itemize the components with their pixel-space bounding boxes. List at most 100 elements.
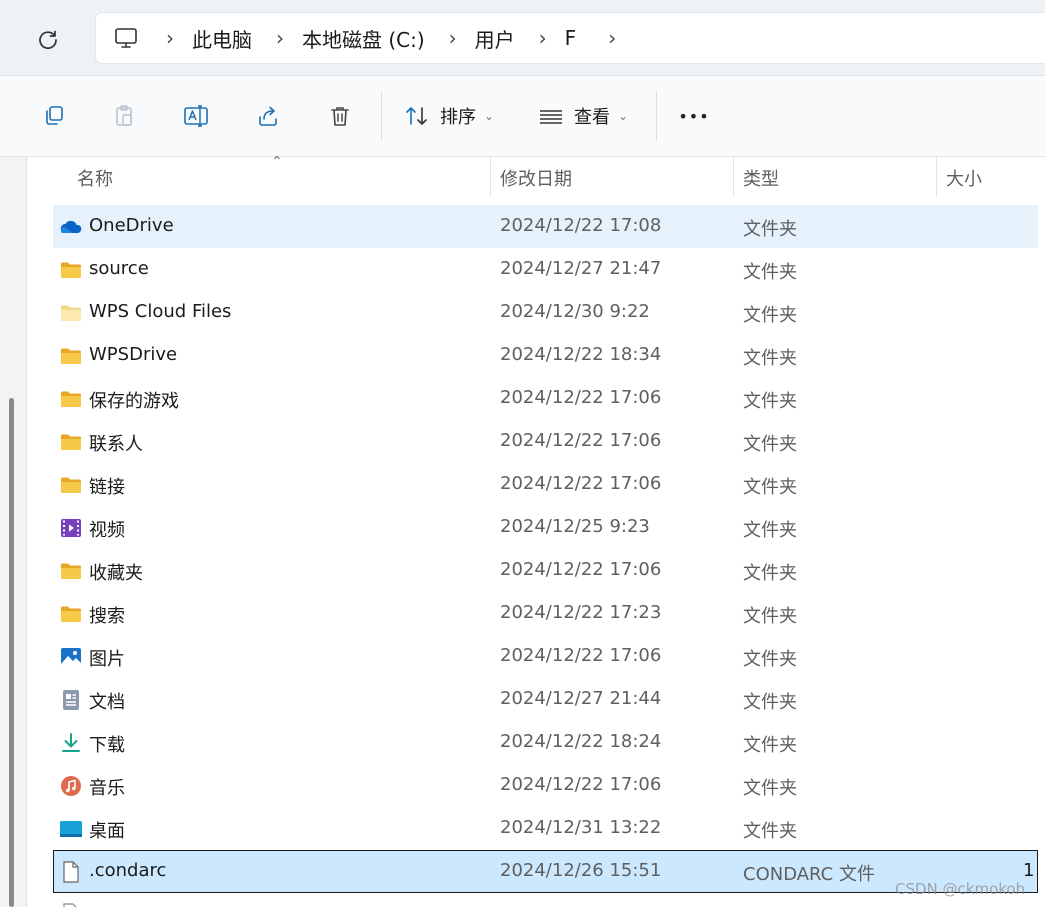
file-list: OneDrive 2024/12/22 17:08 文件夹 source 202…: [53, 205, 1038, 893]
music-icon: [61, 776, 81, 796]
computer-icon: [115, 28, 137, 48]
table-row[interactable]: 视频 2024/12/25 9:23 文件夹: [53, 506, 1038, 549]
file-date: 2024/12/22 18:24: [500, 731, 662, 752]
breadcrumb-item-user-f[interactable]: F: [565, 13, 577, 63]
file-name: source: [89, 258, 149, 279]
file-date: 2024/12/22 17:06: [500, 645, 662, 666]
command-toolbar: 排序 ⌄ 查看 ⌄ •••: [0, 76, 1045, 157]
file-name: WPSDrive: [89, 344, 178, 365]
file-type: 文件夹: [743, 735, 797, 756]
sort-ascending-icon: ⌃: [271, 154, 283, 170]
table-row[interactable]: 保存的游戏 2024/12/22 17:06 文件夹: [53, 377, 1038, 420]
file-name: 视频: [89, 520, 125, 541]
table-row[interactable]: 桌面 2024/12/31 13:22 文件夹: [53, 807, 1038, 850]
share-icon: [259, 106, 277, 126]
breadcrumb-item-local-disk[interactable]: 本地磁盘 (C:): [302, 13, 425, 63]
more-options-button[interactable]: •••: [676, 96, 712, 136]
column-header-size[interactable]: 大小: [946, 157, 982, 199]
table-row[interactable]: source 2024/12/27 21:47 文件夹: [53, 248, 1038, 291]
column-divider[interactable]: [490, 157, 491, 197]
file-type: 文件夹: [743, 262, 797, 283]
file-date: 2024/12/22 17:23: [500, 602, 662, 623]
table-row-selected[interactable]: .condarc 2024/12/26 15:51 CONDARC 文件 1: [53, 850, 1038, 893]
file-type: 文件夹: [743, 219, 797, 240]
onedrive-icon: [60, 220, 82, 233]
chevron-right-icon[interactable]: ›: [266, 26, 294, 50]
address-box[interactable]: › 此电脑 › 本地磁盘 (C:) › 用户 › F ›: [96, 13, 1045, 63]
table-row[interactable]: 链接 2024/12/22 17:06 文件夹: [53, 463, 1038, 506]
copy-button[interactable]: [36, 96, 72, 136]
column-header-label: 类型: [743, 169, 779, 190]
folder-icon: [61, 262, 81, 278]
breadcrumb-label: 本地磁盘 (C:): [302, 27, 425, 52]
chevron-right-icon[interactable]: ›: [529, 26, 557, 50]
table-row[interactable]: 文档 2024/12/27 21:44 文件夹: [53, 678, 1038, 721]
column-header-label: 名称: [77, 169, 113, 190]
table-row[interactable]: 搜索 2024/12/22 17:23 文件夹: [53, 592, 1038, 635]
address-bar-area: › 此电脑 › 本地磁盘 (C:) › 用户 › F ›: [0, 0, 1045, 76]
file-type: 文件夹: [743, 821, 797, 842]
refresh-button[interactable]: [30, 22, 66, 58]
file-name: .condarc: [89, 860, 167, 881]
pictures-icon: [61, 648, 81, 666]
share-button[interactable]: [250, 96, 286, 136]
table-row[interactable]: 图片 2024/12/22 17:06 文件夹: [53, 635, 1038, 678]
column-header-date[interactable]: 修改日期: [500, 157, 572, 199]
column-header-label: 大小: [946, 169, 982, 190]
table-row[interactable]: WPS Cloud Files 2024/12/30 9:22 文件夹: [53, 291, 1038, 334]
file-date: 2024/12/25 9:23: [500, 516, 650, 537]
breadcrumb-item-this-pc[interactable]: 此电脑: [192, 13, 252, 63]
column-divider[interactable]: [936, 157, 937, 197]
file-date: 2024/12/22 17:06: [500, 473, 662, 494]
clipboard-icon: [116, 105, 132, 126]
file-date: 2024/12/22 17:06: [500, 774, 662, 795]
navigation-scrollbar[interactable]: [9, 398, 14, 907]
desktop-icon: [60, 821, 82, 837]
file-date: 2024/12/27 21:44: [500, 688, 662, 709]
chevron-down-icon: ⌄: [484, 109, 495, 123]
table-row[interactable]: 联系人 2024/12/22 17:06 文件夹: [53, 420, 1038, 463]
column-header-name[interactable]: 名称: [77, 157, 113, 199]
table-row[interactable]: 收藏夹 2024/12/22 17:06 文件夹: [53, 549, 1038, 592]
file-name: 下载: [89, 735, 125, 756]
table-row[interactable]: OneDrive 2024/12/22 17:08 文件夹: [53, 205, 1038, 248]
watermark-text: CSDN @ckmokoh: [895, 880, 1026, 898]
breadcrumb-item-users[interactable]: 用户: [475, 13, 515, 63]
file-icon: [63, 861, 79, 883]
chevron-right-icon[interactable]: ›: [598, 26, 626, 50]
sort-button[interactable]: 排序 ⌄: [404, 96, 514, 136]
view-list-icon: [540, 110, 562, 124]
chevron-right-icon[interactable]: ›: [439, 26, 467, 50]
video-folder-icon: [61, 519, 81, 537]
file-type: 文件夹: [743, 348, 797, 369]
rename-button[interactable]: [178, 96, 214, 136]
file-date: 2024/12/27 21:47: [500, 258, 662, 279]
delete-button[interactable]: [322, 96, 358, 136]
view-button[interactable]: 查看 ⌄: [538, 96, 648, 136]
file-name: 桌面: [89, 821, 125, 842]
paste-button[interactable]: [106, 96, 142, 136]
copy-icon: [46, 106, 63, 125]
file-date: 2024/12/22 17:06: [500, 387, 662, 408]
file-date: 2024/12/22 17:06: [500, 430, 662, 451]
column-header-type[interactable]: 类型: [743, 157, 779, 199]
table-row[interactable]: WPSDrive 2024/12/22 18:34 文件夹: [53, 334, 1038, 377]
folder-icon: [61, 606, 81, 622]
table-row-partial[interactable]: [53, 892, 1038, 907]
file-type: 文件夹: [743, 477, 797, 498]
table-row[interactable]: 音乐 2024/12/22 17:06 文件夹: [53, 764, 1038, 807]
more-icon: •••: [678, 106, 710, 126]
rename-icon: [184, 105, 208, 127]
folder-icon: [61, 348, 81, 364]
sort-icon: [406, 107, 427, 125]
sort-label: 排序: [440, 107, 476, 128]
chevron-right-icon[interactable]: ›: [156, 26, 184, 50]
download-icon: [62, 733, 80, 752]
breadcrumb-this-pc-icon[interactable]: [114, 13, 138, 63]
trash-icon: [331, 107, 349, 126]
file-type: 文件夹: [743, 391, 797, 412]
column-divider[interactable]: [733, 157, 734, 197]
table-row[interactable]: 下载 2024/12/22 18:24 文件夹: [53, 721, 1038, 764]
file-type: 文件夹: [743, 692, 797, 713]
breadcrumb-label: 此电脑: [192, 27, 252, 52]
